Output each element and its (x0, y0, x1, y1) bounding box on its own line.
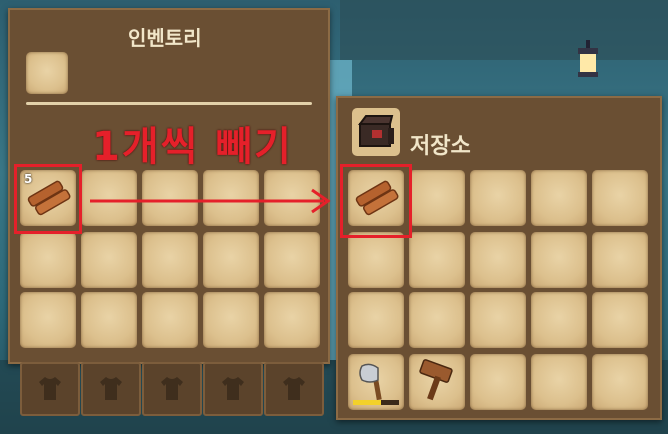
storage-slot[interactable] (470, 292, 526, 348)
storage-chest-icon (358, 115, 394, 147)
inventory-preview-slot[interactable] (26, 52, 68, 94)
inventory-slot[interactable] (264, 292, 320, 348)
inventory-slot[interactable] (142, 292, 198, 348)
storage-slot[interactable] (531, 354, 587, 410)
storage-chest-frame (352, 108, 400, 156)
background-beam (340, 0, 668, 60)
equipment-slot[interactable] (203, 362, 263, 416)
storage-slot[interactable] (531, 292, 587, 348)
storage-slot[interactable] (592, 354, 648, 410)
storage-slot[interactable] (470, 354, 526, 410)
shirt-icon (161, 377, 183, 400)
equipment-slot[interactable] (20, 362, 80, 416)
storage-slot[interactable] (531, 232, 587, 288)
storage-slot[interactable] (592, 232, 648, 288)
inventory-slot[interactable] (20, 292, 76, 348)
inventory-slot[interactable] (203, 232, 259, 288)
shirt-icon (39, 377, 61, 400)
durability-fill (353, 400, 381, 405)
inventory-slot[interactable] (142, 232, 198, 288)
shirt-icon (222, 377, 244, 400)
storage-slot[interactable] (470, 232, 526, 288)
inventory-slot[interactable] (203, 292, 259, 348)
equipment-slot[interactable] (142, 362, 202, 416)
storage-slot[interactable] (592, 170, 648, 226)
storage-title: 저장소 (410, 134, 471, 159)
storage-slot[interactable] (409, 170, 465, 226)
hammer-icon (419, 359, 453, 401)
lantern-icon (578, 40, 598, 77)
divider (26, 102, 312, 105)
storage-slot[interactable] (409, 292, 465, 348)
shirt-icon (283, 377, 305, 400)
storage-slot[interactable] (592, 292, 648, 348)
shirt-icon (100, 377, 122, 400)
arrow-icon (90, 188, 331, 214)
storage-slot[interactable] (531, 170, 587, 226)
source-slot-highlight (14, 164, 82, 234)
storage-slot[interactable] (348, 232, 404, 288)
inventory-slot[interactable] (81, 292, 137, 348)
equipment-slot[interactable] (264, 362, 324, 416)
storage-slot[interactable] (409, 232, 465, 288)
inventory-slot[interactable] (20, 232, 76, 288)
storage-slot[interactable] (348, 354, 404, 410)
storage-slot[interactable] (409, 354, 465, 410)
target-slot-highlight (340, 164, 412, 238)
inventory-slot[interactable] (264, 232, 320, 288)
inventory-title: 인벤토리 (128, 26, 202, 50)
durability-bar (353, 400, 399, 405)
equipment-slot[interactable] (81, 362, 141, 416)
annotation-text: 1개씩 빼기 (92, 124, 293, 170)
storage-slot[interactable] (348, 292, 404, 348)
inventory-slot[interactable] (81, 232, 137, 288)
storage-slot[interactable] (470, 170, 526, 226)
